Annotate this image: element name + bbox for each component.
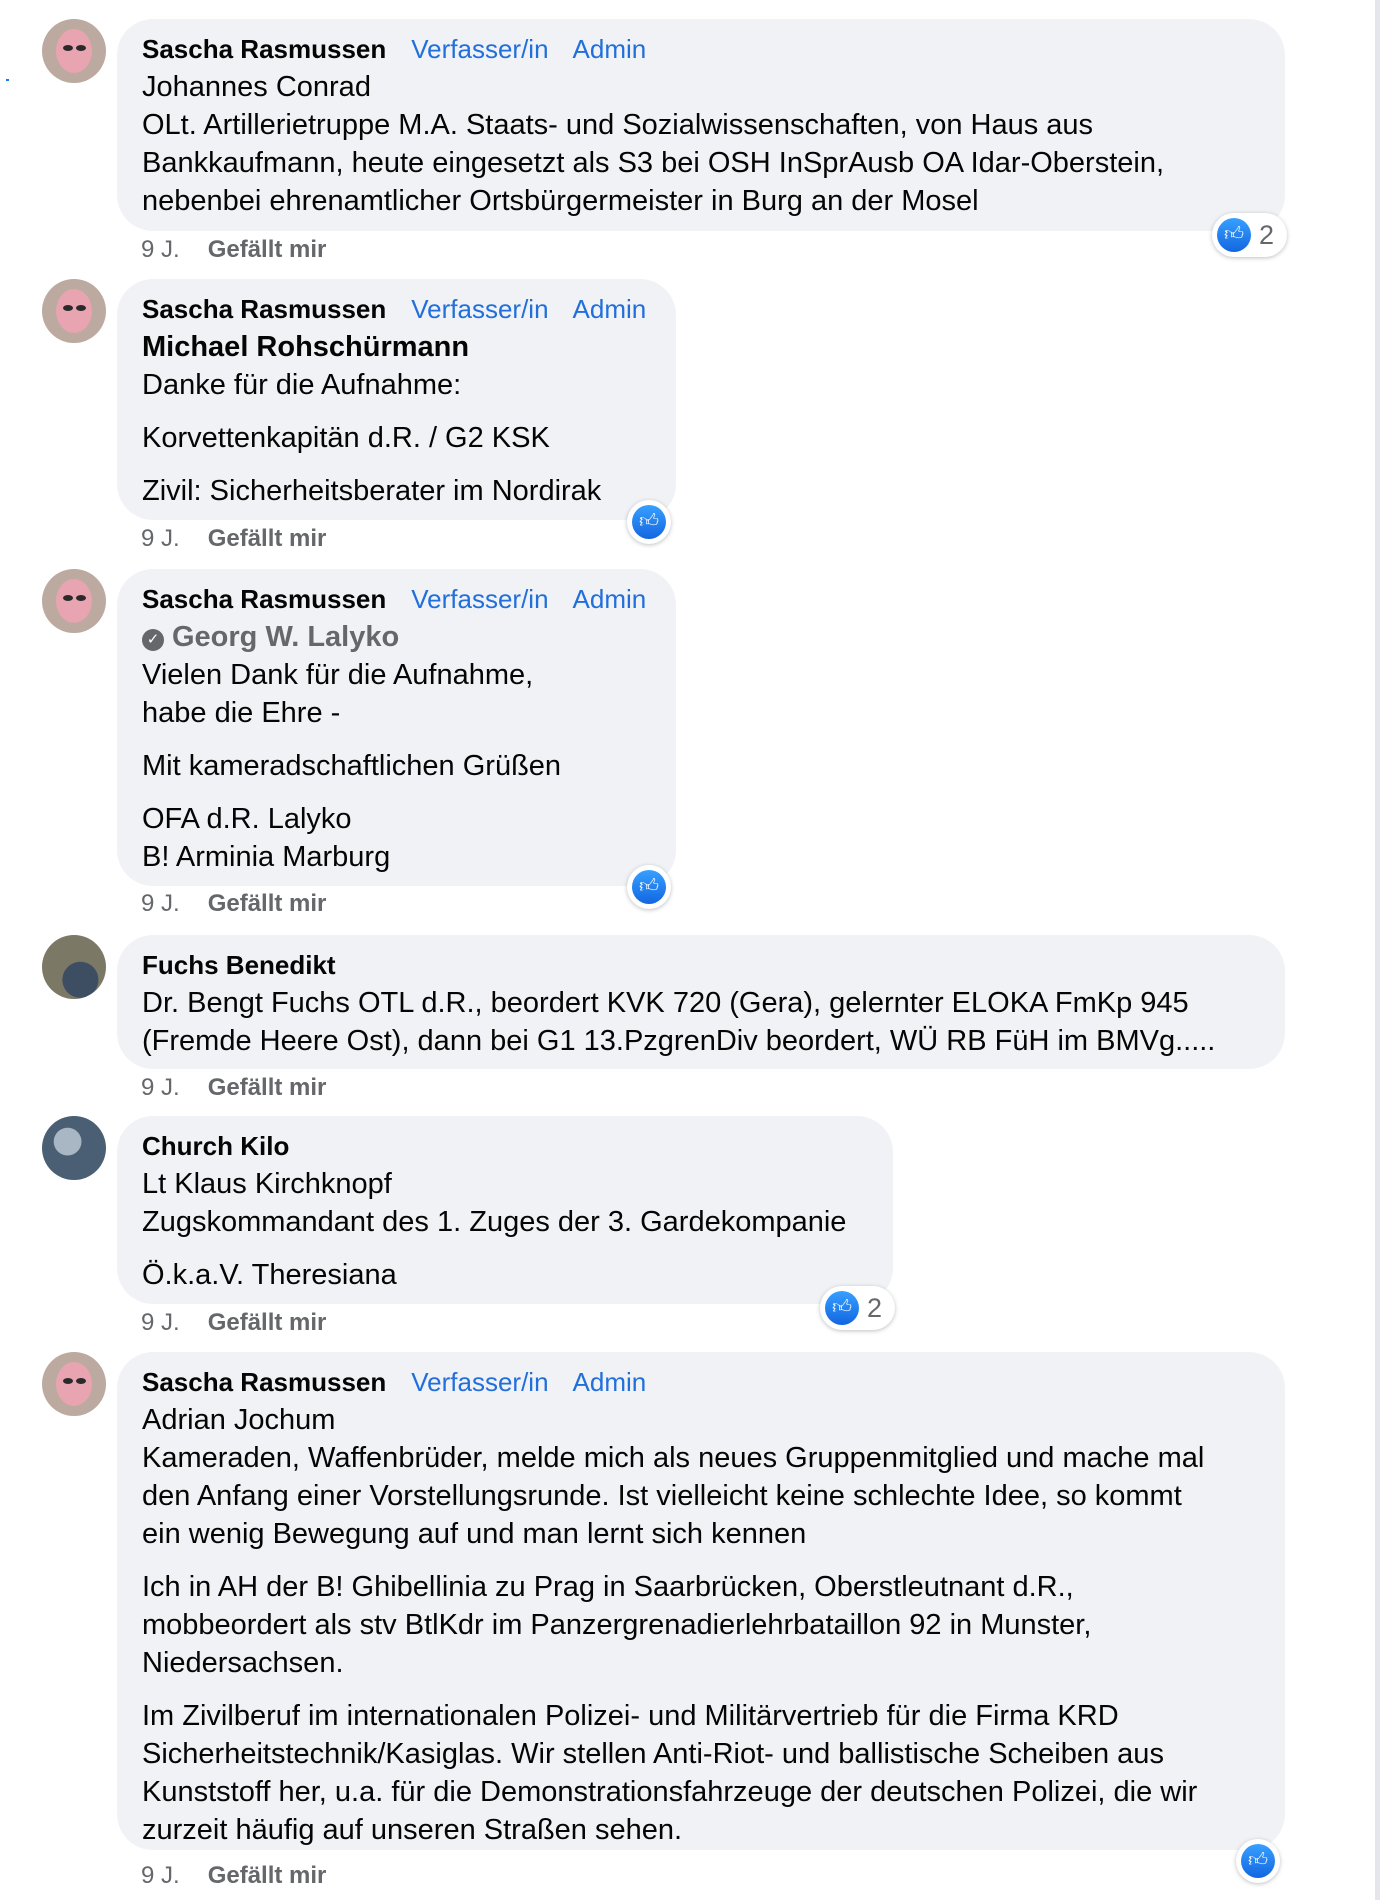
comment-text: Kameraden, Waffenbrüder, melde mich als …	[142, 1442, 1205, 1474]
comment-text: Zugskommandant des 1. Zuges der 3. Garde…	[142, 1206, 847, 1238]
comment-text: den Anfang einer Vorstellungsrunde. Ist …	[142, 1480, 1182, 1512]
like-button[interactable]: Gefällt mir	[208, 1862, 327, 1889]
reaction-count[interactable]: 👍︎ 2	[1212, 213, 1288, 257]
comment-text: Sicherheitstechnik/Kasiglas. Wir stellen…	[142, 1738, 1164, 1770]
timestamp[interactable]: 9 J.	[141, 890, 180, 917]
comment-bubble: Church Kilo Lt Klaus Kirchknopf Zugskomm…	[117, 1116, 893, 1304]
comment-text: Ö.k.a.V. Theresiana	[142, 1259, 397, 1291]
comment-text: OLt. Artillerietruppe M.A. Staats- und S…	[142, 109, 1094, 141]
timestamp[interactable]: 9 J.	[141, 236, 180, 263]
timestamp[interactable]: 9 J.	[141, 1862, 180, 1889]
comment-text: B! Arminia Marburg	[142, 841, 391, 873]
like-button[interactable]: Gefällt mir	[208, 236, 327, 263]
avatar[interactable]	[42, 935, 106, 999]
thumbs-up-icon: 👍︎	[1217, 218, 1251, 252]
comment-text: Mit kameradschaftlichen Grüßen	[142, 750, 562, 782]
comment-text: Danke für die Aufnahme:	[142, 369, 462, 401]
author-badge[interactable]: Verfasser/in	[411, 290, 548, 328]
comment-text: Kunststoff her, u.a. für die Demonstrati…	[142, 1776, 1198, 1808]
comment-text: Niedersachsen.	[142, 1647, 344, 1679]
admin-badge[interactable]: Admin	[573, 30, 647, 68]
scrollbar-track[interactable]	[1375, 0, 1380, 1900]
avatar[interactable]	[42, 1116, 106, 1180]
comment-bubble: Sascha Rasmussen Verfasser/in Admin Mich…	[117, 279, 676, 520]
comment-text: Lt Klaus Kirchknopf	[142, 1168, 392, 1200]
comment-meta: 9 J. Gefällt mir	[141, 1309, 326, 1337]
timestamp[interactable]: 9 J.	[141, 1309, 180, 1336]
avatar[interactable]	[42, 19, 106, 83]
comment-text: Bankkaufmann, heute eingesetzt als S3 be…	[142, 147, 1165, 179]
comment-text: Im Zivilberuf im internationalen Polizei…	[142, 1700, 1119, 1732]
comment-bubble: Sascha Rasmussen Verfasser/in Admin ✓ Geo…	[117, 569, 676, 886]
mentioned-user-row[interactable]: ✓ Georg W. Lalyko	[142, 618, 651, 656]
comment-text: mobbeordert als stv BtlKdr im Panzergren…	[142, 1609, 1092, 1641]
admin-badge[interactable]: Admin	[573, 1363, 647, 1401]
comment-meta: 9 J. Gefällt mir	[141, 1862, 326, 1890]
thumbs-up-icon: 👍︎	[825, 1291, 859, 1325]
admin-badge[interactable]: Admin	[573, 290, 647, 328]
author-name[interactable]: Church Kilo	[142, 1127, 289, 1165]
author-name[interactable]: Sascha Rasmussen	[142, 1363, 386, 1401]
thumbs-up-icon: 👍︎	[632, 870, 666, 904]
avatar[interactable]	[42, 569, 106, 633]
thumbs-up-icon: 👍︎	[1241, 1844, 1275, 1878]
comment-meta: 9 J. Gefällt mir	[141, 236, 326, 264]
admin-badge[interactable]: Admin	[573, 580, 647, 618]
avatar[interactable]	[42, 1352, 106, 1416]
edge-marker	[6, 79, 9, 81]
author-name[interactable]: Sascha Rasmussen	[142, 580, 386, 618]
avatar[interactable]	[42, 279, 106, 343]
like-button[interactable]: Gefällt mir	[208, 525, 327, 552]
comment-meta: 9 J. Gefällt mir	[141, 890, 326, 918]
comment-text: OFA d.R. Lalyko	[142, 803, 352, 835]
author-name[interactable]: Fuchs Benedikt	[142, 946, 336, 984]
comment-text: Ich in AH der B! Ghibellinia zu Prag in …	[142, 1571, 1074, 1603]
comment-text: zurzeit häufig auf unseren Straßen sehen…	[142, 1814, 683, 1846]
reaction-count[interactable]: 👍︎	[627, 500, 671, 544]
comment-text: Dr. Bengt Fuchs OTL d.R., beordert KVK 7…	[142, 987, 1189, 1019]
mentioned-user[interactable]: Georg W. Lalyko	[172, 621, 399, 653]
like-button[interactable]: Gefällt mir	[208, 1309, 327, 1336]
author-name[interactable]: Sascha Rasmussen	[142, 290, 386, 328]
reaction-count-value: 2	[1259, 219, 1275, 250]
comment-text: Zivil: Sicherheitsberater im Nordirak	[142, 475, 602, 507]
author-badge[interactable]: Verfasser/in	[411, 580, 548, 618]
mentioned-user[interactable]: Michael Rohschürmann	[142, 328, 651, 366]
author-name[interactable]: Sascha Rasmussen	[142, 30, 386, 68]
comment-text: Korvettenkapitän d.R. / G2 KSK	[142, 422, 550, 454]
author-badge[interactable]: Verfasser/in	[411, 1363, 548, 1401]
comment-bubble: Sascha Rasmussen Verfasser/in Admin Adri…	[117, 1352, 1285, 1850]
comment-text: (Fremde Heere Ost), dann bei G1 13.Pzgre…	[142, 1025, 1216, 1057]
reaction-count-value: 2	[867, 1292, 883, 1323]
reaction-count[interactable]: 👍︎	[627, 865, 671, 909]
author-badge[interactable]: Verfasser/in	[411, 30, 548, 68]
thumbs-up-icon: 👍︎	[632, 505, 666, 539]
comment-text: Johannes Conrad	[142, 71, 371, 103]
like-button[interactable]: Gefällt mir	[208, 1074, 327, 1101]
like-button[interactable]: Gefällt mir	[208, 890, 327, 917]
timestamp[interactable]: 9 J.	[141, 525, 180, 552]
reaction-count[interactable]: 👍︎	[1236, 1839, 1280, 1883]
verified-badge-icon: ✓	[142, 629, 164, 651]
comment-text: Vielen Dank für die Aufnahme,	[142, 659, 534, 691]
comment-text: Adrian Jochum	[142, 1404, 336, 1436]
comment-text: nebenbei ehrenamtlicher Ortsbürgermeiste…	[142, 185, 979, 217]
reaction-count[interactable]: 👍︎ 2	[820, 1286, 896, 1330]
comment-meta: 9 J. Gefällt mir	[141, 525, 326, 553]
comment-bubble: Fuchs Benedikt Dr. Bengt Fuchs OTL d.R.,…	[117, 935, 1285, 1069]
comment-bubble: Sascha Rasmussen Verfasser/in Admin Joha…	[117, 19, 1285, 231]
comment-text: habe die Ehre -	[142, 697, 341, 729]
comment-meta: 9 J. Gefällt mir	[141, 1074, 326, 1102]
timestamp[interactable]: 9 J.	[141, 1074, 180, 1101]
comment-text: ein wenig Bewegung auf und man lernt sic…	[142, 1518, 807, 1550]
